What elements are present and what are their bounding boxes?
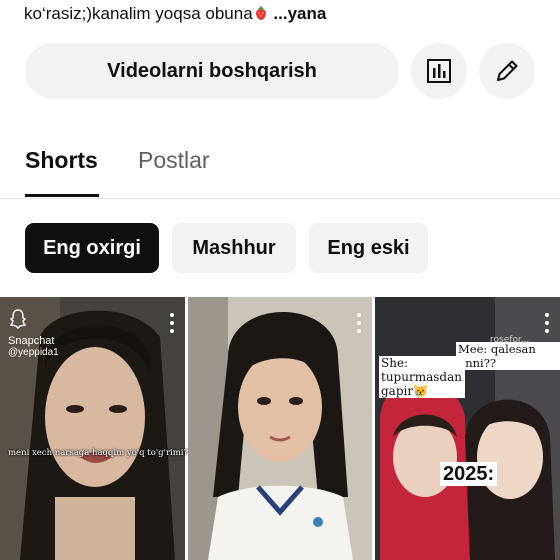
- short-2-image: [188, 297, 372, 560]
- manage-videos-button[interactable]: Videolarni boshqarish: [25, 43, 399, 99]
- pencil-icon: [497, 60, 518, 81]
- snapchat-icon: [10, 309, 26, 329]
- analytics-button[interactable]: [411, 43, 467, 99]
- filter-chip-oldest[interactable]: Eng eski: [309, 223, 428, 273]
- active-tab-indicator: [25, 194, 99, 197]
- short-3-year-label: 2025:: [440, 462, 498, 486]
- short-3-image: rosefor...: [375, 297, 560, 560]
- strawberry-icon: [255, 6, 266, 20]
- short-3-caption-left: She: tupurmasdan gapir😿: [379, 356, 465, 398]
- content-tabs: Shorts Postlar: [0, 130, 560, 199]
- tab-shorts[interactable]: Shorts: [25, 147, 98, 174]
- short-1-caption: meni xech narsaga haqqim yo'q to'g'rimi?: [8, 448, 189, 458]
- more-vert-icon[interactable]: [356, 313, 362, 335]
- more-link[interactable]: ...yana: [273, 4, 326, 23]
- filter-chip-latest[interactable]: Eng oxirgi: [25, 223, 159, 273]
- short-thumbnail-3[interactable]: rosefor...: [375, 297, 560, 560]
- edit-channel-button[interactable]: [479, 43, 535, 99]
- tab-posts[interactable]: Postlar: [138, 147, 210, 174]
- short-thumbnail-2[interactable]: [188, 297, 372, 560]
- short-3-caption-right: Mee: qalesan jinni??: [456, 342, 560, 370]
- bar-chart-icon: [427, 59, 451, 83]
- channel-description-text: ko‘rasiz;)kanalim yoqsa obuna: [24, 4, 253, 23]
- snapchat-label: Snapchat: [8, 335, 55, 347]
- snapchat-watermark: Snapchat @yeppida1: [8, 335, 59, 359]
- snapchat-user: @yeppida1: [8, 347, 59, 358]
- channel-description: ko‘rasiz;)kanalim yoqsa obuna ...yana: [24, 4, 326, 24]
- filter-chip-popular[interactable]: Mashhur: [172, 223, 296, 273]
- more-vert-icon[interactable]: [544, 313, 550, 335]
- more-vert-icon[interactable]: [169, 313, 175, 335]
